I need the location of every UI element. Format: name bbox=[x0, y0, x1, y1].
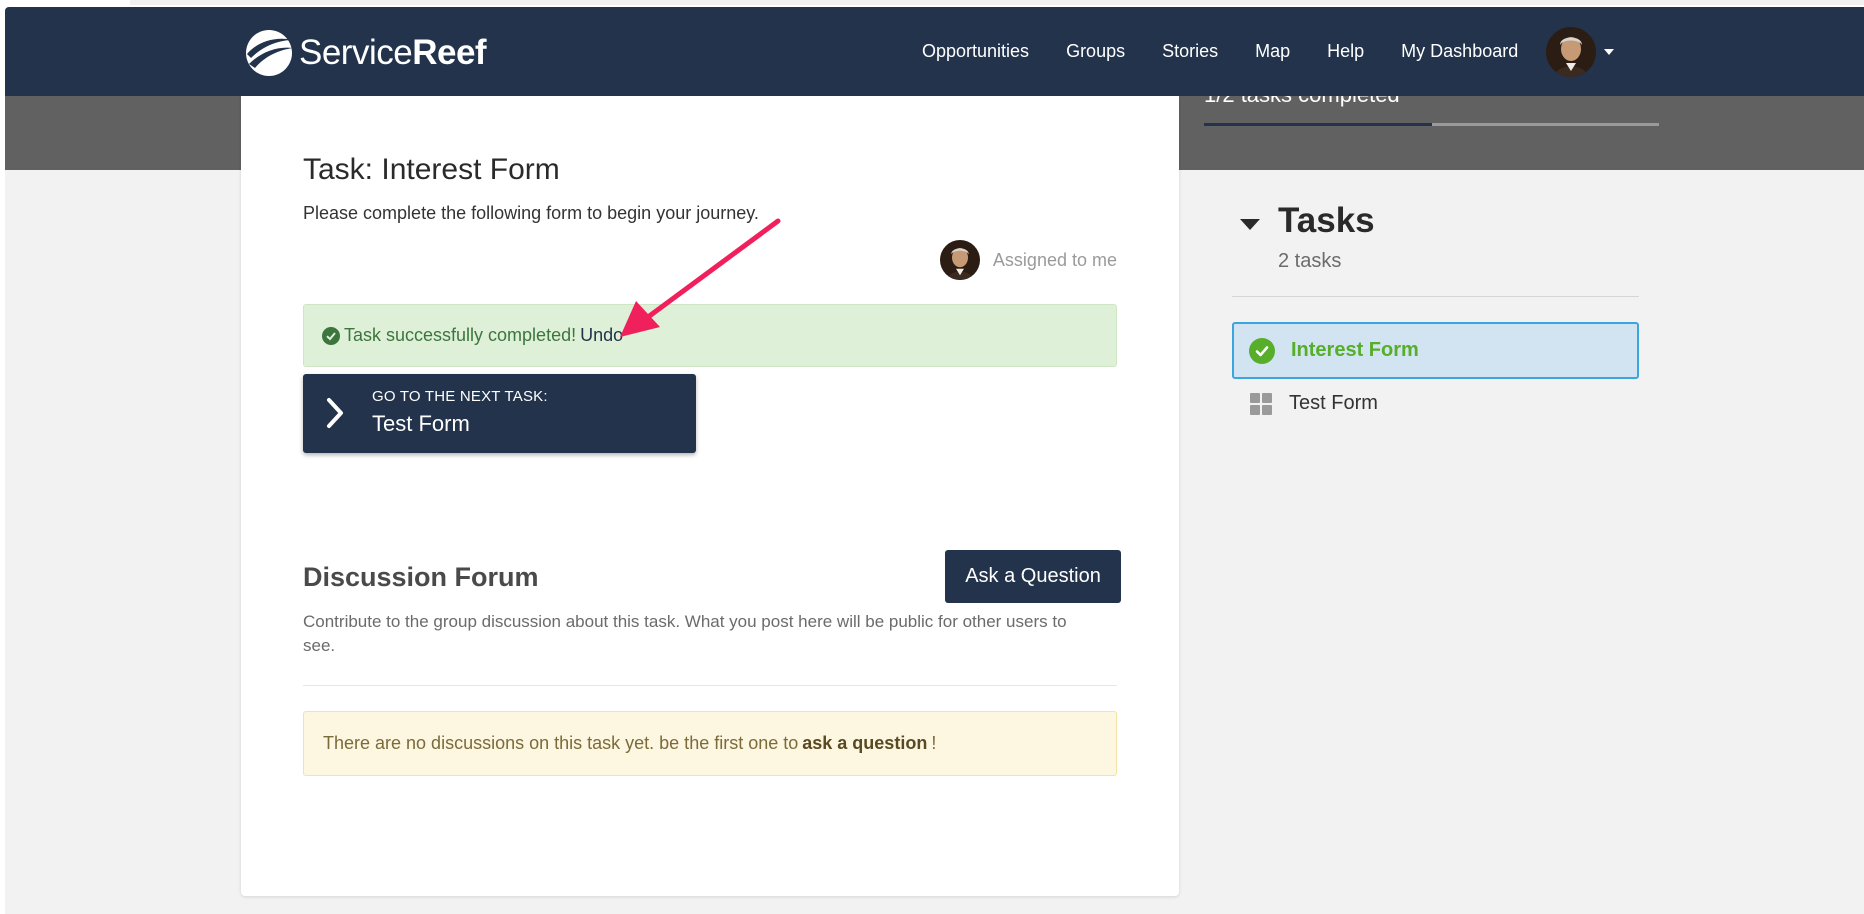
brand-logo[interactable]: ServiceReef bbox=[243, 27, 487, 79]
form-grid-icon bbox=[1250, 392, 1272, 415]
no-discussions-notice: There are no discussions on this task ye… bbox=[303, 711, 1117, 776]
tasks-title: Tasks bbox=[1278, 201, 1375, 240]
task-description: Please complete the following form to be… bbox=[303, 203, 759, 223]
undo-link[interactable]: Undo bbox=[580, 325, 623, 346]
brand-name: ServiceReef bbox=[299, 33, 487, 72]
user-menu[interactable] bbox=[1546, 27, 1614, 77]
forum-description: Contribute to the group discussion about… bbox=[303, 612, 1067, 655]
nav-help[interactable]: Help bbox=[1327, 41, 1364, 62]
check-circle-icon bbox=[322, 326, 340, 345]
notice-suffix: ! bbox=[931, 733, 937, 753]
assignee: Assigned to me bbox=[939, 240, 1117, 280]
success-message: Task successfully completed! bbox=[344, 325, 577, 345]
top-navbar: ServiceReef Opportunities Groups Stories… bbox=[5, 7, 1864, 96]
task-title: Task: Interest Form bbox=[303, 153, 560, 186]
tasks-count: 2 tasks bbox=[1278, 250, 1342, 272]
success-alert: Task successfully completed! Undo bbox=[303, 304, 1117, 367]
sidebar-task-test-form[interactable]: Test Form bbox=[1232, 375, 1639, 432]
nav-groups[interactable]: Groups bbox=[1066, 41, 1125, 62]
tasks-sidebar: Tasks 2 tasks Interest Form Test Form bbox=[1232, 196, 1639, 415]
sidebar-task-interest-form[interactable]: Interest Form bbox=[1232, 322, 1639, 379]
forum-title: Discussion Forum bbox=[303, 562, 539, 592]
progress-bar bbox=[1204, 123, 1659, 126]
page-frame: ServiceReef Opportunities Groups Stories… bbox=[5, 7, 1864, 914]
nav-opportunities[interactable]: Opportunities bbox=[922, 41, 1029, 62]
ask-question-button[interactable]: Ask a Question bbox=[945, 550, 1121, 603]
browser-top-strip bbox=[130, 0, 1864, 5]
collapse-triangle-icon[interactable] bbox=[1240, 219, 1260, 230]
nav-stories[interactable]: Stories bbox=[1162, 41, 1218, 62]
next-task-label: GO TO THE NEXT TASK: bbox=[372, 388, 548, 405]
chevron-right-icon bbox=[325, 397, 345, 434]
caret-down-icon[interactable] bbox=[1604, 49, 1614, 55]
tasks-header: Tasks 2 tasks bbox=[1232, 196, 1639, 278]
task-card: Task: Interest Form Please complete the … bbox=[241, 96, 1179, 896]
assigned-label: Assigned to me bbox=[992, 249, 1117, 270]
servicereef-logo-icon bbox=[243, 28, 295, 78]
user-avatar[interactable] bbox=[1546, 27, 1596, 77]
assignee-avatar bbox=[939, 240, 980, 280]
next-task-button[interactable]: GO TO THE NEXT TASK: Test Form bbox=[303, 374, 696, 453]
sidebar-task-label: Interest Form bbox=[1291, 339, 1419, 361]
nav-my-dashboard[interactable]: My Dashboard bbox=[1401, 41, 1518, 62]
next-task-name: Test Form bbox=[372, 411, 470, 436]
ask-question-link[interactable]: ask a question bbox=[802, 733, 927, 754]
forum-divider bbox=[303, 685, 1117, 686]
sidebar-task-label: Test Form bbox=[1289, 392, 1378, 414]
nav-map[interactable]: Map bbox=[1255, 41, 1290, 62]
progress-bar-fill bbox=[1204, 123, 1432, 126]
main-nav: Opportunities Groups Stories Map Help My… bbox=[922, 7, 1555, 96]
sidebar-divider bbox=[1232, 296, 1639, 297]
check-circle-icon bbox=[1249, 337, 1275, 364]
notice-text: There are no discussions on this task ye… bbox=[323, 733, 799, 753]
